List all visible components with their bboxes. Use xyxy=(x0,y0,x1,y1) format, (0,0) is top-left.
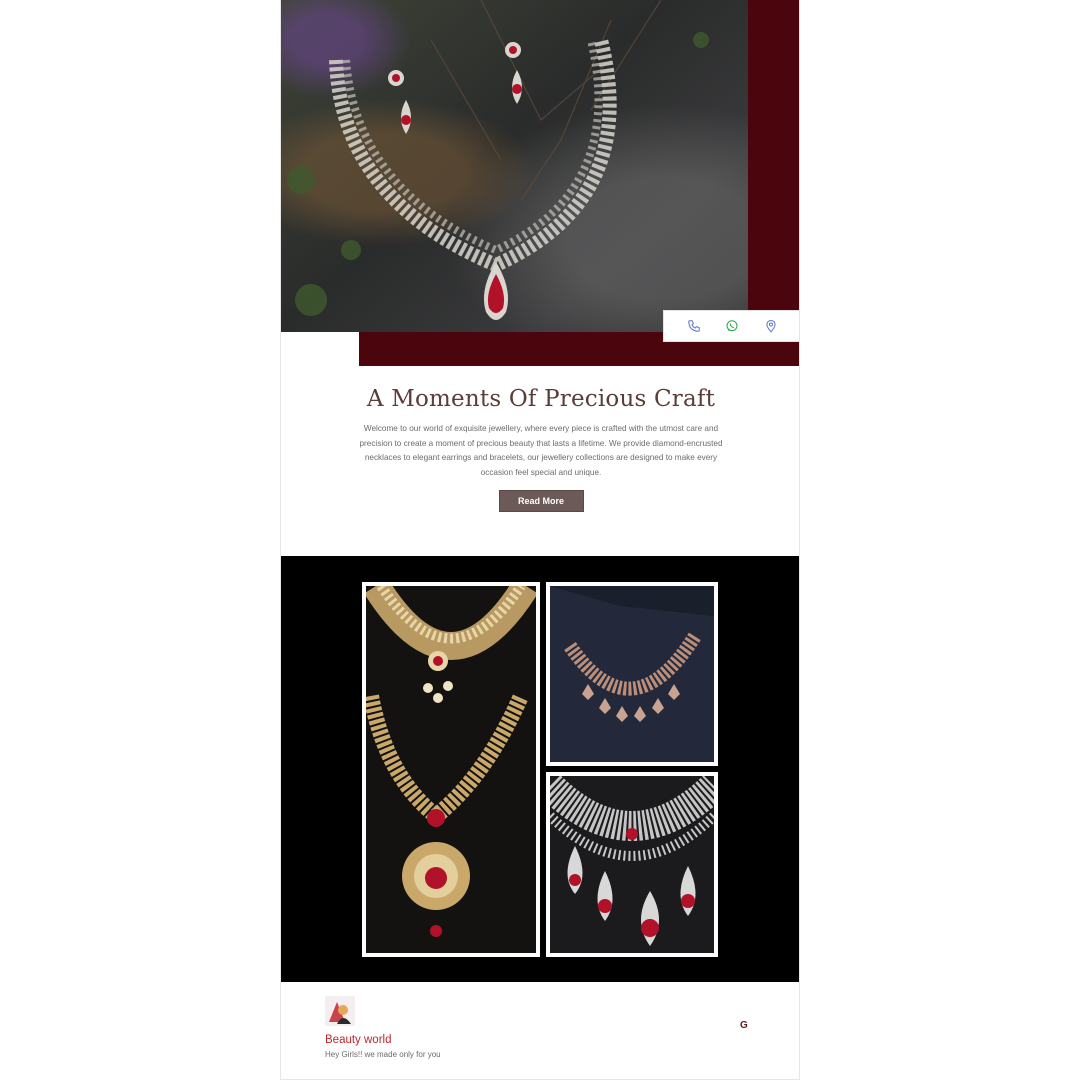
gallery-image-rose-gold-choker[interactable] xyxy=(546,582,718,766)
brand-tagline: Hey Girls!! we made only for you xyxy=(325,1050,441,1059)
brand-avatar[interactable] xyxy=(325,996,355,1026)
contact-bar xyxy=(663,310,799,342)
google-g-icon[interactable]: G xyxy=(740,1020,748,1031)
hero-necklace-illustration xyxy=(287,0,709,320)
page: A Moments Of Precious Craft Welcome to o… xyxy=(280,0,800,1080)
gallery-image-silver-ruby-necklace[interactable] xyxy=(546,772,718,957)
whatsapp-icon[interactable] xyxy=(723,317,741,335)
intro-title: A Moments Of Precious Craft xyxy=(366,386,716,412)
gallery-image-gold-ruby-necklace[interactable] xyxy=(362,582,540,957)
gallery-section xyxy=(281,556,799,982)
phone-icon[interactable] xyxy=(685,317,703,335)
read-more-button[interactable]: Read More xyxy=(498,490,584,513)
footer: Beauty world Hey Girls!! we made only fo… xyxy=(281,982,799,1079)
intro-body: Welcome to our world of exquisite jewell… xyxy=(359,424,723,477)
brand-name[interactable]: Beauty world xyxy=(325,1034,391,1046)
location-pin-icon[interactable] xyxy=(762,317,780,335)
hero-section xyxy=(281,0,799,366)
hero-image xyxy=(281,0,748,332)
intro-section: A Moments Of Precious Craft Welcome to o… xyxy=(281,378,799,513)
